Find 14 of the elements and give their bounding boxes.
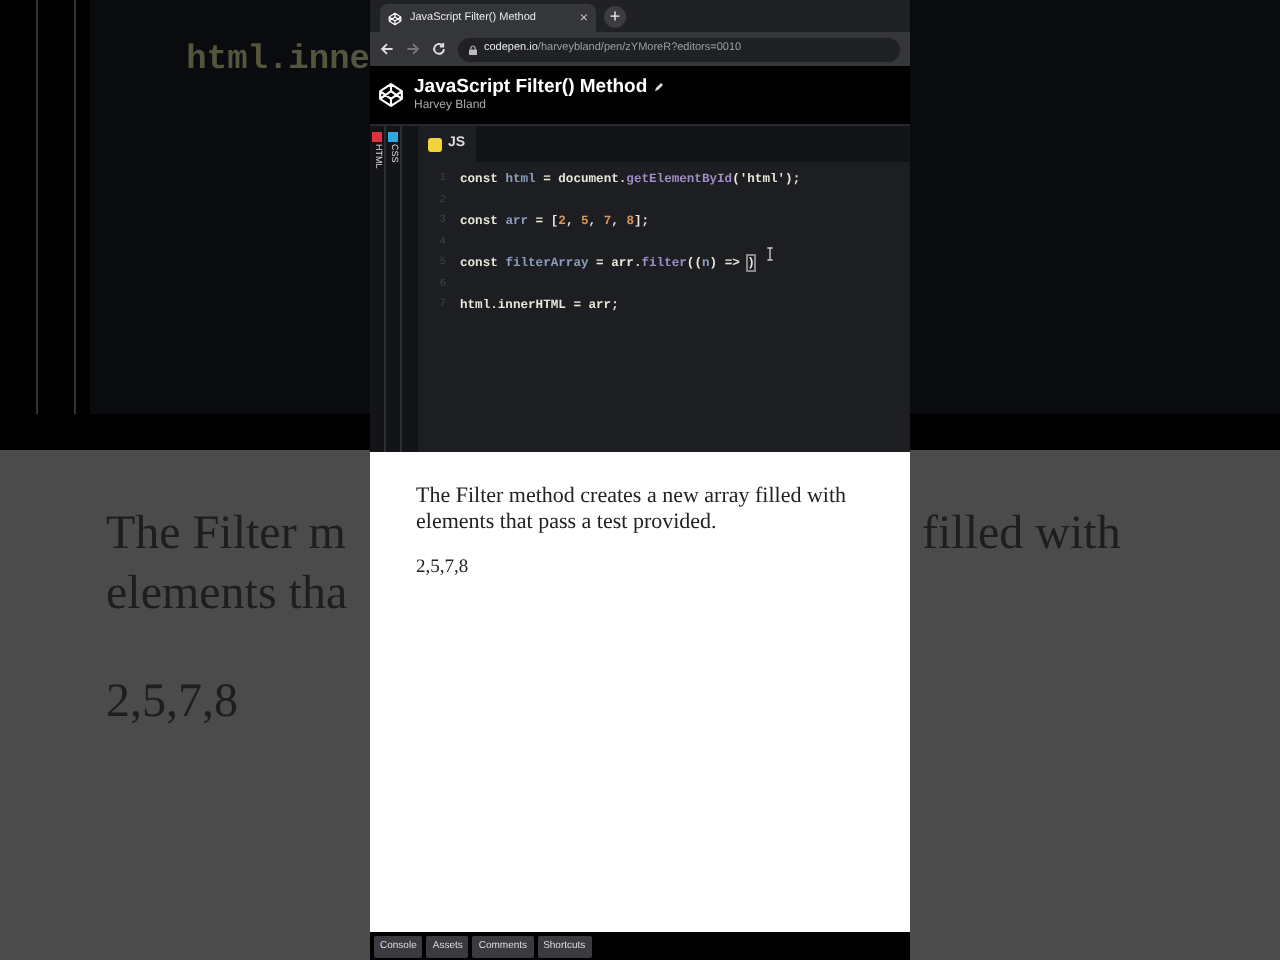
lock-icon (468, 43, 478, 55)
code-fragment: html.inne (186, 42, 370, 80)
cube-logo-icon (378, 82, 404, 108)
pencil-icon[interactable] (653, 82, 664, 92)
cube-logo-icon (388, 11, 402, 25)
reload-icon[interactable] (432, 42, 446, 56)
new-tab-button[interactable]: + (604, 6, 626, 28)
pen-title: JavaScript Filter() Method (414, 76, 648, 98)
forward-icon[interactable] (406, 42, 420, 56)
text-cursor-icon (766, 246, 774, 262)
preview-paragraph: The Filter method creates a new array filled with elements that pass a test provided. (416, 484, 849, 536)
preview-output: 2,5,7,8 (416, 556, 471, 582)
back-icon[interactable] (380, 42, 394, 56)
js-badge-icon (428, 137, 442, 151)
